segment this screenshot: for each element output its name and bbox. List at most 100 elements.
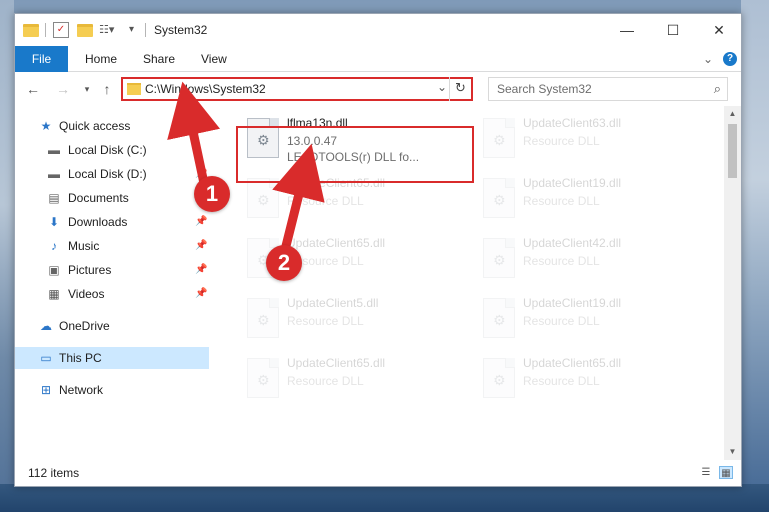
recent-locations-button[interactable]: ▾ <box>77 80 97 98</box>
file-tile[interactable]: ⚙ UpdateClient65.dll Resource DLL <box>475 352 700 408</box>
file-tile[interactable]: ⚙ UpdateClient19.dll Resource DLL <box>475 292 700 348</box>
sidebar-item-local-disk-c[interactable]: ▬ Local Disk (C:) <box>15 139 209 161</box>
pin-icon[interactable]: 📌 <box>195 283 207 305</box>
videos-icon: ▦ <box>48 287 60 301</box>
up-button[interactable]: ↑ <box>97 80 117 98</box>
sidebar-item-quick-access[interactable]: ★ Quick access <box>15 115 209 137</box>
search-icon[interactable]: ⌕ <box>714 81 721 97</box>
vertical-scrollbar[interactable]: ▲ ▼ <box>724 106 741 460</box>
sidebar-item-label: Videos <box>68 287 105 301</box>
computer-icon: ▭ <box>40 351 52 365</box>
sidebar-item-label: Pictures <box>68 263 112 277</box>
file-tile[interactable]: ⚙ UpdateClient65.dll Resource DLL <box>239 352 464 408</box>
dll-file-icon: ⚙ <box>483 238 515 278</box>
file-name: UpdateClient65.dll <box>287 236 386 250</box>
help-button[interactable]: ? <box>723 52 737 66</box>
item-count: 112 items <box>28 466 80 480</box>
details-view-icon[interactable]: ☰ <box>699 466 713 479</box>
drive-icon: ▬ <box>48 143 60 157</box>
desktop-background-bottom <box>0 484 769 512</box>
sidebar-item-label: Local Disk (C:) <box>68 143 147 157</box>
file-tile[interactable]: ⚙ UpdateClient5.dll Resource DLL <box>239 292 464 348</box>
scroll-up-icon[interactable]: ▲ <box>724 106 741 122</box>
desktop-background-right <box>741 0 769 512</box>
tiles-view-icon[interactable]: ▦ <box>719 466 733 479</box>
file-type: Resource DLL <box>523 374 600 388</box>
customize-toolbar-icon[interactable]: ☷▾ <box>99 22 115 38</box>
file-highlight-box <box>236 126 474 183</box>
file-type: Resource DLL <box>523 314 600 328</box>
pin-icon[interactable]: 📌 <box>195 259 207 281</box>
tab-view[interactable]: View <box>189 46 239 72</box>
maximize-button[interactable]: ☐ <box>650 14 696 46</box>
pin-icon[interactable]: 📌 <box>195 211 207 233</box>
dll-file-icon: ⚙ <box>483 298 515 338</box>
file-type: Resource DLL <box>287 374 364 388</box>
file-tile[interactable]: ⚙ UpdateClient19.dll Resource DLL <box>475 172 700 228</box>
drive-icon: ▬ <box>48 167 60 181</box>
step-2-badge: 2 <box>266 245 302 281</box>
ribbon-collapse-button[interactable]: ⌄ <box>691 46 725 72</box>
scrollbar-thumb[interactable] <box>728 124 737 178</box>
navigation-pane: ★ Quick access ▬ Local Disk (C:) ▬ Local… <box>15 106 209 460</box>
folder-icon <box>23 22 39 38</box>
minimize-button[interactable]: — <box>604 14 650 46</box>
separator <box>145 23 146 37</box>
title-bar: ✓ ☷▾ ▾ System32 — ☐ ✕ <box>15 14 741 46</box>
sidebar-item-label: OneDrive <box>59 319 110 333</box>
sidebar-item-label: Downloads <box>68 215 128 229</box>
star-icon: ★ <box>40 119 52 133</box>
dll-file-icon: ⚙ <box>247 178 279 218</box>
sidebar-item-label: Network <box>59 383 104 397</box>
sidebar-item-label: Quick access <box>59 119 131 133</box>
sidebar-item-label: Music <box>68 239 100 253</box>
properties-icon[interactable]: ✓ <box>53 22 69 38</box>
sidebar-item-onedrive[interactable]: ☁ OneDrive <box>15 315 209 337</box>
ribbon-tabs: File Home Share View ⌄ ? <box>15 46 741 72</box>
new-folder-icon[interactable] <box>77 22 93 38</box>
tab-share[interactable]: Share <box>131 46 187 72</box>
address-bar[interactable]: C:\Windows\System32 ⌄ ↻ <box>121 77 473 101</box>
sidebar-item-label: Local Disk (D:) <box>68 167 147 181</box>
sidebar-item-this-pc[interactable]: ▭ This PC <box>15 347 209 369</box>
search-input[interactable]: Search System32 ⌕ <box>488 77 728 101</box>
file-tile[interactable]: ⚙ UpdateClient42.dll Resource DLL <box>475 232 700 288</box>
tab-file[interactable]: File <box>15 46 68 72</box>
file-type: Resource DLL <box>287 314 364 328</box>
sidebar-item-local-disk-d[interactable]: ▬ Local Disk (D:) 📌 <box>15 163 209 185</box>
close-button[interactable]: ✕ <box>696 14 742 46</box>
chevron-down-icon[interactable]: ⌄ <box>437 80 447 94</box>
sidebar-item-label: This PC <box>59 351 102 365</box>
file-name: UpdateClient63.dll <box>523 116 622 130</box>
network-icon: ⊞ <box>40 383 52 397</box>
sidebar-item-documents[interactable]: ▤ Documents 📌 <box>15 187 209 209</box>
scroll-down-icon[interactable]: ▼ <box>724 444 741 460</box>
file-name: UpdateClient19.dll <box>523 176 622 190</box>
file-name: UpdateClient19.dll <box>523 296 622 310</box>
address-row: ← → ▾ ↑ C:\Windows\System32 ⌄ ↻ Search S… <box>15 72 741 106</box>
cloud-icon: ☁ <box>40 319 52 333</box>
sidebar-item-videos[interactable]: ▦ Videos 📌 <box>15 283 209 305</box>
file-name: UpdateClient65.dll <box>287 356 386 370</box>
sidebar-item-music[interactable]: ♪ Music 📌 <box>15 235 209 257</box>
file-type: Resource DLL <box>287 194 364 208</box>
file-tile[interactable]: ⚙ UpdateClient63.dll Resource DLL <box>475 112 700 168</box>
pin-icon[interactable]: 📌 <box>195 235 207 257</box>
sidebar-item-downloads[interactable]: ⬇ Downloads 📌 <box>15 211 209 233</box>
folder-icon <box>127 83 141 95</box>
sidebar-item-network[interactable]: ⊞ Network <box>15 379 209 401</box>
tab-home[interactable]: Home <box>73 46 129 72</box>
documents-icon: ▤ <box>48 191 60 205</box>
dll-file-icon: ⚙ <box>483 178 515 218</box>
search-placeholder: Search System32 <box>497 82 592 96</box>
desktop-background-left <box>0 0 14 512</box>
downloads-icon: ⬇ <box>48 215 60 229</box>
forward-button[interactable]: → <box>53 80 73 98</box>
pictures-icon: ▣ <box>48 263 60 277</box>
sidebar-item-pictures[interactable]: ▣ Pictures 📌 <box>15 259 209 281</box>
status-bar: 112 items ☰ ▦ <box>15 460 741 486</box>
chevron-down-icon[interactable]: ▾ <box>129 22 145 38</box>
refresh-button[interactable]: ↻ <box>449 77 471 101</box>
back-button[interactable]: ← <box>23 80 43 98</box>
file-name: UpdateClient42.dll <box>523 236 622 250</box>
